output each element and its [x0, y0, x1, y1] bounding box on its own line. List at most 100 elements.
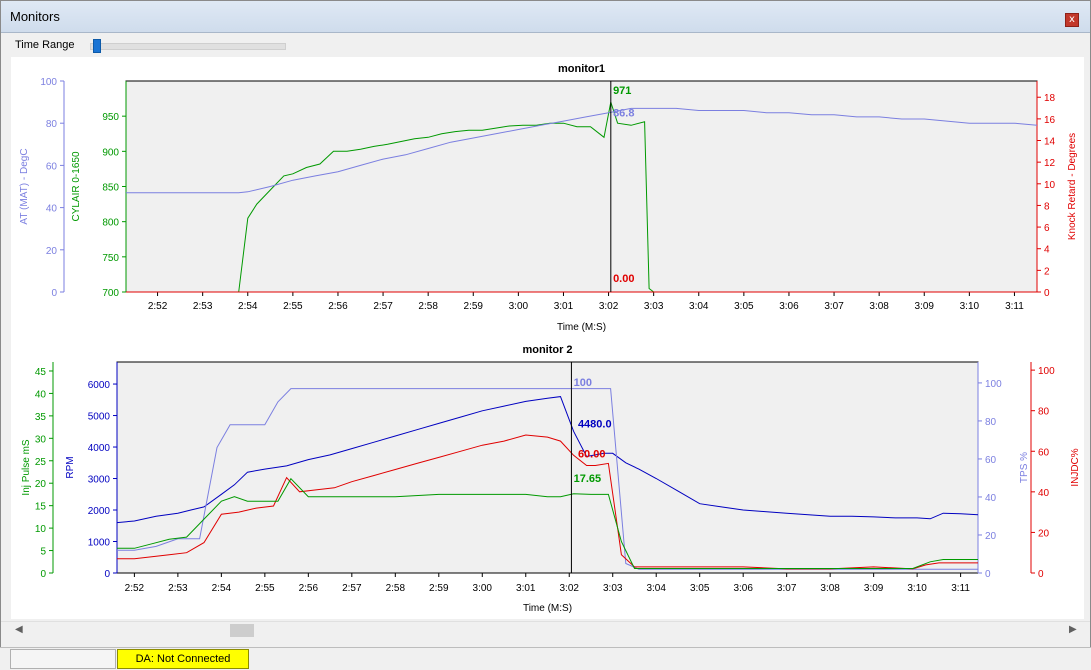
cursor-value-label: 86.8	[613, 108, 634, 120]
y-tick-label: 5	[40, 547, 46, 558]
x-tick-label: 3:03	[603, 583, 623, 594]
time-range-slider-thumb[interactable]	[92, 39, 101, 53]
y-tick-label: 40	[46, 204, 58, 215]
x-tick-label: 2:54	[238, 301, 258, 312]
x-tick-label: 3:09	[915, 301, 935, 312]
y-tick-label: 900	[102, 147, 119, 158]
y-tick-label: 15	[35, 502, 47, 513]
y-tick-label: 60	[1038, 447, 1050, 458]
y-tick-label: 0	[1038, 569, 1044, 580]
y-tick-label: 20	[985, 531, 997, 542]
y-tick-label: 0	[1044, 288, 1050, 299]
y-tick-label: 80	[1038, 407, 1050, 418]
x-tick-label: 3:04	[689, 301, 709, 312]
y-axis-label-cyl: CYLAIR 0-1650	[71, 151, 82, 221]
x-tick-label: 3:06	[733, 583, 753, 594]
x-tick-label: 3:07	[777, 583, 797, 594]
y-tick-label: 10	[35, 524, 47, 535]
x-tick-label: 2:57	[373, 301, 393, 312]
y-tick-label: 20	[35, 479, 47, 490]
y-tick-label: 3000	[88, 475, 111, 486]
x-axis-label: Time (M:S)	[557, 322, 606, 333]
da-status-badge: DA: Not Connected	[117, 649, 249, 669]
y-tick-label: 2	[1044, 266, 1050, 277]
scroll-left-icon[interactable]: ◀	[15, 624, 23, 635]
scroll-right-icon[interactable]: ▶	[1069, 624, 1077, 635]
y-tick-label: 40	[1038, 488, 1050, 499]
y-tick-label: 0	[985, 569, 991, 580]
y-tick-label: 30	[35, 434, 47, 445]
y-tick-label: 80	[46, 119, 58, 130]
toolbar: Time Range	[1, 33, 1090, 57]
y-axis-label-rpm: RPM	[65, 456, 76, 478]
x-tick-label: 2:52	[125, 583, 145, 594]
x-tick-label: 3:05	[734, 301, 754, 312]
close-icon[interactable]: x	[1065, 13, 1079, 27]
x-tick-label: 2:58	[386, 583, 406, 594]
cursor-value-label: 100	[574, 377, 592, 389]
y-tick-label: 6	[1044, 223, 1050, 234]
x-tick-label: 2:55	[283, 301, 303, 312]
title-bar: Monitors x	[1, 1, 1090, 33]
y-tick-label: 14	[1044, 137, 1056, 148]
y-tick-label: 40	[35, 389, 47, 400]
y-tick-label: 1000	[88, 538, 111, 549]
y-tick-label: 100	[1038, 366, 1055, 377]
y-tick-label: 45	[35, 367, 47, 378]
x-tick-label: 3:11	[1005, 301, 1024, 312]
x-tick-label: 3:04	[646, 583, 666, 594]
x-tick-label: 2:53	[193, 301, 213, 312]
x-tick-label: 2:56	[299, 583, 319, 594]
monitors-window: Monitors x Time Range monitor1 Time (M:S)…	[0, 0, 1091, 649]
y-tick-label: 0	[104, 569, 110, 580]
y-tick-label: 35	[35, 412, 47, 423]
plot-area-2	[116, 361, 979, 574]
status-pane	[10, 649, 116, 669]
cursor-value-label: 971	[613, 85, 631, 97]
y-tick-label: 950	[102, 112, 119, 123]
y-tick-label: 8	[1044, 201, 1050, 212]
x-tick-label: 3:03	[644, 301, 664, 312]
x-tick-label: 3:10	[907, 583, 927, 594]
scrollbar-thumb[interactable]	[230, 624, 254, 637]
x-tick-label: 2:57	[342, 583, 362, 594]
horizontal-scrollbar[interactable]: ◀ ▶	[1, 621, 1090, 639]
y-tick-label: 10	[1044, 180, 1056, 191]
y-tick-label: 2000	[88, 506, 111, 517]
x-tick-label: 2:59	[464, 301, 484, 312]
x-tick-label: 2:59	[429, 583, 449, 594]
y-tick-label: 100	[40, 77, 57, 88]
x-tick-label: 2:53	[168, 583, 188, 594]
y-tick-label: 0	[40, 569, 46, 580]
y-axis-label-injdc: INJDC%	[1070, 448, 1081, 486]
y-axis-label-knock: Knock Retard - Degrees	[1067, 133, 1078, 240]
monitor-charts: monitor1 Time (M:S) 2:52 2:53 2:54 2:55 2:56 2:…	[19, 63, 1081, 614]
x-tick-label: 2:54	[212, 583, 232, 594]
x-tick-label: 3:01	[516, 583, 536, 594]
cursor-value-label: 0.00	[613, 273, 634, 285]
y-axis-label-inj: Inj Pulse mS	[21, 439, 32, 495]
time-range-slider[interactable]	[90, 43, 286, 50]
window-title: Monitors	[10, 9, 60, 24]
y-tick-label: 4	[1044, 245, 1050, 256]
y-tick-label: 100	[985, 379, 1002, 390]
y-tick-label: 700	[102, 288, 119, 299]
y-tick-label: 80	[985, 417, 997, 428]
y-tick-label: 20	[1038, 528, 1050, 539]
x-tick-label: 3:05	[690, 583, 710, 594]
y-tick-label: 0	[51, 288, 57, 299]
x-tick-label: 3:07	[824, 301, 844, 312]
y-tick-label: 60	[985, 455, 997, 466]
y-tick-label: 40	[985, 493, 997, 504]
x-tick-label: 3:06	[779, 301, 799, 312]
y-axis-label-at: AT (MAT) - DegC	[19, 148, 30, 224]
x-tick-label: 3:00	[473, 583, 493, 594]
y-tick-label: 18	[1044, 93, 1056, 104]
y-tick-label: 16	[1044, 115, 1056, 126]
chart-title: monitor1	[558, 63, 605, 75]
y-tick-label: 60	[46, 161, 58, 172]
cursor-value-label: 17.65	[574, 473, 602, 485]
x-tick-label: 3:11	[951, 583, 970, 594]
y-tick-label: 4000	[88, 443, 111, 454]
status-bar: DA: Not Connected	[0, 647, 1091, 670]
